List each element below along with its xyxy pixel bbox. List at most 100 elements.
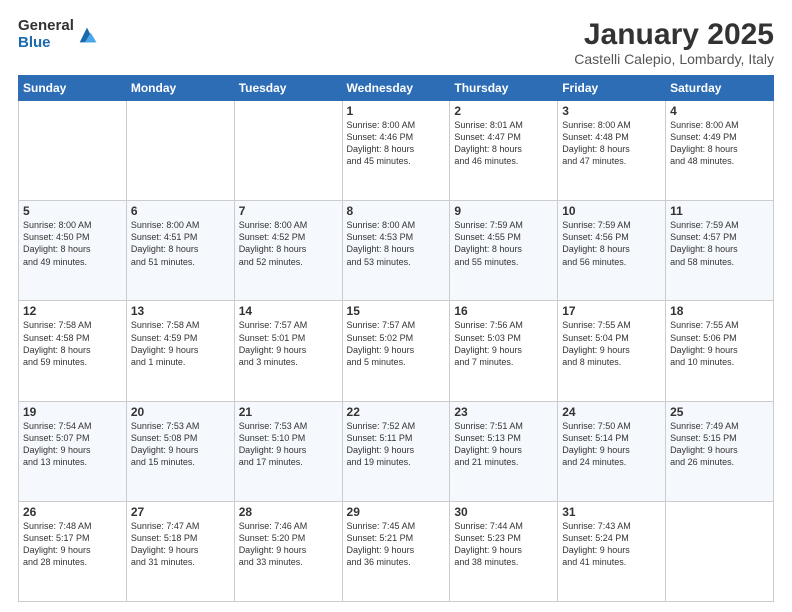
day-info: Sunrise: 7:56 AM Sunset: 5:03 PM Dayligh… <box>454 319 553 368</box>
calendar-cell: 21Sunrise: 7:53 AM Sunset: 5:10 PM Dayli… <box>234 401 342 501</box>
calendar-cell: 7Sunrise: 8:00 AM Sunset: 4:52 PM Daylig… <box>234 201 342 301</box>
calendar-cell: 25Sunrise: 7:49 AM Sunset: 5:15 PM Dayli… <box>666 401 774 501</box>
day-info: Sunrise: 7:59 AM Sunset: 4:56 PM Dayligh… <box>562 219 661 268</box>
month-title: January 2025 <box>574 18 774 51</box>
day-number: 4 <box>670 104 769 118</box>
day-number: 28 <box>239 505 338 519</box>
week-row-0: 1Sunrise: 8:00 AM Sunset: 4:46 PM Daylig… <box>19 101 774 201</box>
col-header-wednesday: Wednesday <box>342 76 450 101</box>
day-info: Sunrise: 7:58 AM Sunset: 4:58 PM Dayligh… <box>23 319 122 368</box>
calendar-cell: 18Sunrise: 7:55 AM Sunset: 5:06 PM Dayli… <box>666 301 774 401</box>
week-row-4: 26Sunrise: 7:48 AM Sunset: 5:17 PM Dayli… <box>19 501 774 601</box>
day-number: 14 <box>239 304 338 318</box>
day-number: 26 <box>23 505 122 519</box>
calendar-cell: 20Sunrise: 7:53 AM Sunset: 5:08 PM Dayli… <box>126 401 234 501</box>
calendar-cell: 29Sunrise: 7:45 AM Sunset: 5:21 PM Dayli… <box>342 501 450 601</box>
day-number: 19 <box>23 405 122 419</box>
week-row-2: 12Sunrise: 7:58 AM Sunset: 4:58 PM Dayli… <box>19 301 774 401</box>
calendar-cell <box>666 501 774 601</box>
day-number: 22 <box>347 405 446 419</box>
day-info: Sunrise: 7:58 AM Sunset: 4:59 PM Dayligh… <box>131 319 230 368</box>
calendar-cell: 22Sunrise: 7:52 AM Sunset: 5:11 PM Dayli… <box>342 401 450 501</box>
calendar-cell: 8Sunrise: 8:00 AM Sunset: 4:53 PM Daylig… <box>342 201 450 301</box>
day-number: 10 <box>562 204 661 218</box>
day-info: Sunrise: 7:44 AM Sunset: 5:23 PM Dayligh… <box>454 520 553 569</box>
col-header-thursday: Thursday <box>450 76 558 101</box>
day-number: 23 <box>454 405 553 419</box>
calendar-cell: 27Sunrise: 7:47 AM Sunset: 5:18 PM Dayli… <box>126 501 234 601</box>
col-header-monday: Monday <box>126 76 234 101</box>
day-number: 2 <box>454 104 553 118</box>
day-info: Sunrise: 7:46 AM Sunset: 5:20 PM Dayligh… <box>239 520 338 569</box>
day-info: Sunrise: 8:00 AM Sunset: 4:53 PM Dayligh… <box>347 219 446 268</box>
col-header-saturday: Saturday <box>666 76 774 101</box>
calendar-cell: 26Sunrise: 7:48 AM Sunset: 5:17 PM Dayli… <box>19 501 127 601</box>
calendar-cell: 15Sunrise: 7:57 AM Sunset: 5:02 PM Dayli… <box>342 301 450 401</box>
day-number: 30 <box>454 505 553 519</box>
day-number: 7 <box>239 204 338 218</box>
day-number: 17 <box>562 304 661 318</box>
day-info: Sunrise: 7:53 AM Sunset: 5:08 PM Dayligh… <box>131 420 230 469</box>
day-number: 16 <box>454 304 553 318</box>
day-info: Sunrise: 7:49 AM Sunset: 5:15 PM Dayligh… <box>670 420 769 469</box>
day-info: Sunrise: 7:50 AM Sunset: 5:14 PM Dayligh… <box>562 420 661 469</box>
calendar-cell: 9Sunrise: 7:59 AM Sunset: 4:55 PM Daylig… <box>450 201 558 301</box>
calendar-cell: 4Sunrise: 8:00 AM Sunset: 4:49 PM Daylig… <box>666 101 774 201</box>
title-block: January 2025 Castelli Calepio, Lombardy,… <box>574 18 774 67</box>
day-number: 27 <box>131 505 230 519</box>
week-row-1: 5Sunrise: 8:00 AM Sunset: 4:50 PM Daylig… <box>19 201 774 301</box>
calendar-cell: 5Sunrise: 8:00 AM Sunset: 4:50 PM Daylig… <box>19 201 127 301</box>
calendar-cell: 12Sunrise: 7:58 AM Sunset: 4:58 PM Dayli… <box>19 301 127 401</box>
calendar-cell: 17Sunrise: 7:55 AM Sunset: 5:04 PM Dayli… <box>558 301 666 401</box>
day-info: Sunrise: 8:00 AM Sunset: 4:49 PM Dayligh… <box>670 119 769 168</box>
col-header-tuesday: Tuesday <box>234 76 342 101</box>
day-info: Sunrise: 8:00 AM Sunset: 4:52 PM Dayligh… <box>239 219 338 268</box>
page: General Blue January 2025 Castelli Calep… <box>0 0 792 612</box>
day-number: 21 <box>239 405 338 419</box>
day-number: 12 <box>23 304 122 318</box>
day-number: 13 <box>131 304 230 318</box>
day-info: Sunrise: 7:51 AM Sunset: 5:13 PM Dayligh… <box>454 420 553 469</box>
day-number: 3 <box>562 104 661 118</box>
calendar-header-row: SundayMondayTuesdayWednesdayThursdayFrid… <box>19 76 774 101</box>
header: General Blue January 2025 Castelli Calep… <box>18 18 774 67</box>
day-info: Sunrise: 8:00 AM Sunset: 4:46 PM Dayligh… <box>347 119 446 168</box>
calendar-cell <box>19 101 127 201</box>
day-info: Sunrise: 8:00 AM Sunset: 4:48 PM Dayligh… <box>562 119 661 168</box>
day-number: 18 <box>670 304 769 318</box>
calendar-cell: 2Sunrise: 8:01 AM Sunset: 4:47 PM Daylig… <box>450 101 558 201</box>
calendar-cell: 23Sunrise: 7:51 AM Sunset: 5:13 PM Dayli… <box>450 401 558 501</box>
calendar-cell: 10Sunrise: 7:59 AM Sunset: 4:56 PM Dayli… <box>558 201 666 301</box>
calendar-cell: 28Sunrise: 7:46 AM Sunset: 5:20 PM Dayli… <box>234 501 342 601</box>
day-info: Sunrise: 7:52 AM Sunset: 5:11 PM Dayligh… <box>347 420 446 469</box>
col-header-sunday: Sunday <box>19 76 127 101</box>
day-number: 8 <box>347 204 446 218</box>
calendar-cell: 6Sunrise: 8:00 AM Sunset: 4:51 PM Daylig… <box>126 201 234 301</box>
calendar-cell: 13Sunrise: 7:58 AM Sunset: 4:59 PM Dayli… <box>126 301 234 401</box>
day-info: Sunrise: 7:43 AM Sunset: 5:24 PM Dayligh… <box>562 520 661 569</box>
day-number: 15 <box>347 304 446 318</box>
day-number: 20 <box>131 405 230 419</box>
calendar-cell: 3Sunrise: 8:00 AM Sunset: 4:48 PM Daylig… <box>558 101 666 201</box>
day-info: Sunrise: 8:00 AM Sunset: 4:50 PM Dayligh… <box>23 219 122 268</box>
day-info: Sunrise: 8:00 AM Sunset: 4:51 PM Dayligh… <box>131 219 230 268</box>
day-number: 24 <box>562 405 661 419</box>
day-info: Sunrise: 7:59 AM Sunset: 4:55 PM Dayligh… <box>454 219 553 268</box>
day-info: Sunrise: 7:55 AM Sunset: 5:04 PM Dayligh… <box>562 319 661 368</box>
day-number: 6 <box>131 204 230 218</box>
day-info: Sunrise: 7:57 AM Sunset: 5:01 PM Dayligh… <box>239 319 338 368</box>
day-number: 31 <box>562 505 661 519</box>
calendar-cell <box>234 101 342 201</box>
logo-general: General <box>18 18 74 35</box>
day-info: Sunrise: 7:45 AM Sunset: 5:21 PM Dayligh… <box>347 520 446 569</box>
day-number: 5 <box>23 204 122 218</box>
day-info: Sunrise: 7:53 AM Sunset: 5:10 PM Dayligh… <box>239 420 338 469</box>
logo-text: General Blue <box>18 18 74 51</box>
logo: General Blue <box>18 18 98 51</box>
day-info: Sunrise: 7:55 AM Sunset: 5:06 PM Dayligh… <box>670 319 769 368</box>
calendar-table: SundayMondayTuesdayWednesdayThursdayFrid… <box>18 75 774 602</box>
calendar-cell: 31Sunrise: 7:43 AM Sunset: 5:24 PM Dayli… <box>558 501 666 601</box>
day-number: 9 <box>454 204 553 218</box>
calendar-cell <box>126 101 234 201</box>
logo-icon <box>76 24 98 46</box>
